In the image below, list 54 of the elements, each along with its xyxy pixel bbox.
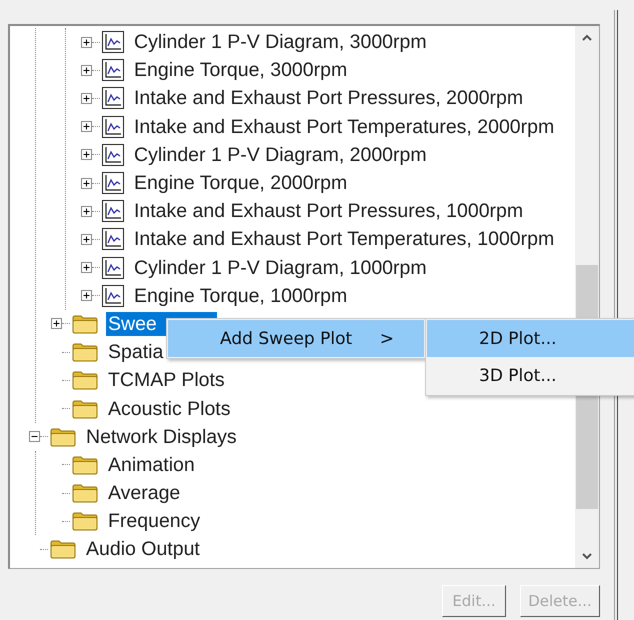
- tree-item[interactable]: Cylinder 1 P-V Diagram, 2000rpm: [132, 142, 429, 167]
- expand-icon[interactable]: [81, 262, 92, 274]
- expand-icon[interactable]: [81, 121, 92, 132]
- scroll-down-icon[interactable]: [582, 553, 592, 560]
- tree-item[interactable]: Cylinder 1 P-V Diagram, 3000rpm: [132, 30, 429, 54]
- line-chart-icon: [102, 284, 124, 307]
- line-chart-icon: [102, 116, 124, 138]
- scroll-up-icon[interactable]: [582, 34, 592, 41]
- folder-icon: [72, 483, 98, 504]
- folder-icon: [72, 454, 98, 475]
- line-chart-icon: [102, 172, 124, 194]
- tree-item[interactable]: Cylinder 1 P-V Diagram, 1000rpm: [132, 256, 429, 280]
- line-chart-icon: [102, 228, 124, 250]
- expand-icon[interactable]: [81, 64, 92, 76]
- folder-icon: [72, 370, 98, 390]
- tree-item[interactable]: Intake and Exhaust Port Temperatures, 2000rpm: [132, 114, 556, 139]
- tree-item[interactable]: Engine Torque, 1000rpm: [132, 284, 350, 308]
- expand-icon[interactable]: [81, 290, 92, 302]
- tree-item[interactable]: Animation: [106, 452, 197, 477]
- tree-item[interactable]: Frequency: [106, 509, 202, 534]
- expand-icon[interactable]: [81, 36, 92, 48]
- line-chart-icon: [102, 200, 124, 222]
- folder-icon: [50, 426, 76, 447]
- folder-icon: [72, 342, 98, 362]
- expand-icon[interactable]: [81, 234, 92, 245]
- tree-item[interactable]: Engine Torque, 3000rpm: [132, 58, 350, 82]
- menu-item[interactable]: 2D Plot...: [427, 320, 634, 357]
- tree-item[interactable]: Average: [106, 481, 182, 506]
- expand-icon[interactable]: [81, 92, 92, 104]
- line-chart-icon: [102, 87, 124, 110]
- expand-icon[interactable]: [81, 206, 92, 217]
- expand-icon[interactable]: [81, 178, 92, 189]
- folder-icon: [72, 314, 98, 334]
- folder-icon: [50, 539, 76, 560]
- tree-item[interactable]: Network Displays: [84, 424, 239, 449]
- tree-item[interactable]: Spatia: [106, 340, 166, 364]
- menu-item[interactable]: Add Sweep Plot >: [168, 320, 424, 357]
- tree-item[interactable]: Intake and Exhaust Port Temperatures, 1000rpm: [132, 227, 556, 252]
- tree-item[interactable]: Intake and Exhaust Port Pressures, 1000rpm: [132, 199, 526, 224]
- tree-item[interactable]: Engine Torque, 2000rpm: [132, 171, 350, 196]
- line-chart-icon: [102, 59, 124, 82]
- tree-item[interactable]: TCMAP Plots: [106, 368, 227, 392]
- tree-item[interactable]: Acoustic Plots: [106, 396, 232, 421]
- collapse-icon[interactable]: [29, 431, 40, 442]
- expand-icon[interactable]: [51, 318, 62, 330]
- line-chart-icon: [102, 256, 124, 279]
- folder-icon: [72, 511, 98, 532]
- tree-item[interactable]: Intake and Exhaust Port Pressures, 2000rpm: [132, 86, 526, 110]
- tree-item[interactable]: Audio Output: [84, 537, 202, 562]
- line-chart-icon: [102, 31, 124, 54]
- expand-icon[interactable]: [81, 149, 92, 160]
- line-chart-icon: [102, 144, 124, 166]
- menu-item[interactable]: 3D Plot...: [427, 357, 634, 394]
- folder-icon: [72, 398, 98, 419]
